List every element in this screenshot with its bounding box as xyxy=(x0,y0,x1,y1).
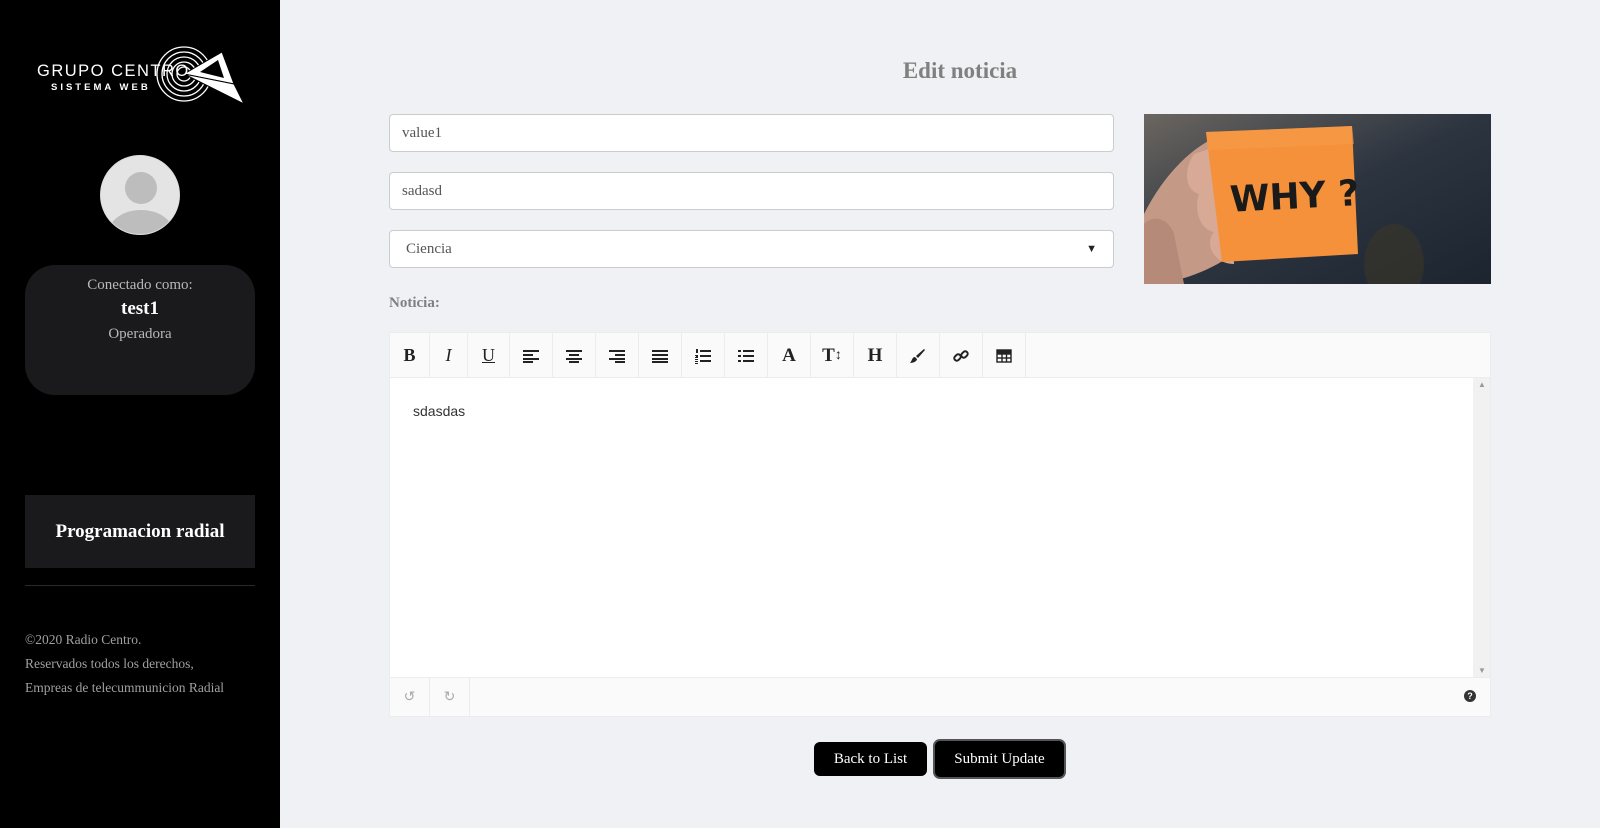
category-select[interactable]: Ciencia ▼ xyxy=(389,230,1114,268)
align-left-icon[interactable] xyxy=(510,333,553,378)
scroll-down-icon[interactable]: ▼ xyxy=(1478,666,1486,675)
underline-icon[interactable]: U xyxy=(468,333,510,378)
footer-rights: Reservados todos los derechos, xyxy=(25,656,194,671)
bold-icon[interactable]: B xyxy=(390,333,430,378)
nav-item-programacion-radial[interactable]: Programacion radial xyxy=(25,495,255,568)
main-content: Edit noticia value1 sadasd Ciencia ▼ WHY… xyxy=(280,0,1600,828)
scroll-up-icon[interactable]: ▲ xyxy=(1478,380,1486,389)
sidebar: GRUPO CENTRO SISTEMA WEB Conectado como:… xyxy=(0,0,280,828)
align-right-icon[interactable] xyxy=(596,333,639,378)
page-title: Edit noticia xyxy=(902,58,1018,83)
news-image-preview: WHY ? xyxy=(1144,114,1491,284)
align-justify-icon[interactable] xyxy=(639,333,682,378)
subtitle-input[interactable]: sadasd xyxy=(389,172,1114,210)
align-center-icon[interactable] xyxy=(553,333,596,378)
noticia-label: Noticia: xyxy=(389,295,440,311)
font-icon[interactable]: A xyxy=(768,333,811,378)
sidebar-footer: ©2020 Radio Centro. Reservados todos los… xyxy=(25,628,224,700)
title-input[interactable]: value1 xyxy=(389,114,1114,152)
image-why-text: WHY ? xyxy=(1229,173,1360,221)
user-role: Operadora xyxy=(108,326,172,342)
avatar xyxy=(100,155,180,235)
category-selected-value: Ciencia xyxy=(406,240,452,257)
help-icon[interactable]: ? xyxy=(1464,690,1476,702)
ordered-list-icon[interactable] xyxy=(682,333,725,378)
editor-statusbar: ↺ ↻ ? xyxy=(390,677,1490,717)
redo-icon[interactable]: ↻ xyxy=(430,677,470,717)
brush-icon[interactable] xyxy=(897,333,940,378)
submit-update-button[interactable]: Submit Update xyxy=(933,739,1066,779)
table-icon[interactable] xyxy=(983,333,1026,378)
logo-title: GRUPO CENTRO xyxy=(37,62,190,80)
chevron-down-icon: ▼ xyxy=(1086,243,1097,255)
italic-icon[interactable]: I xyxy=(430,333,468,378)
brand-logo: GRUPO CENTRO SISTEMA WEB xyxy=(34,44,246,110)
connected-as-label: Conectado como: xyxy=(87,277,193,293)
footer-company: Empreas de telecummunicion Radial xyxy=(25,680,225,695)
sidebar-divider xyxy=(25,585,255,586)
unordered-list-icon[interactable] xyxy=(725,333,768,378)
heading-icon[interactable]: H xyxy=(854,333,897,378)
font-size-label: T xyxy=(822,344,835,366)
logo-subtitle: SISTEMA WEB xyxy=(51,82,151,93)
rich-text-editor: B I U A T ↕ H sdasdas ▲ ▼ ↺ ↻ ? xyxy=(389,332,1491,717)
user-silhouette-icon xyxy=(109,172,173,234)
footer-copyright: ©2020 Radio Centro. xyxy=(25,632,142,647)
user-card: Conectado como: test1 Operadora xyxy=(25,265,255,395)
font-size-icon[interactable]: T ↕ xyxy=(811,333,854,378)
editor-scrollbar[interactable]: ▲ ▼ xyxy=(1473,378,1490,677)
username: test1 xyxy=(121,298,159,319)
link-icon[interactable] xyxy=(940,333,983,378)
undo-icon[interactable]: ↺ xyxy=(390,677,430,717)
editor-toolbar: B I U A T ↕ H xyxy=(390,333,1490,378)
editor-content-area[interactable]: sdasdas xyxy=(390,378,1474,677)
back-to-list-button[interactable]: Back to List xyxy=(814,742,927,776)
why-note-image: WHY ? xyxy=(1144,114,1491,284)
